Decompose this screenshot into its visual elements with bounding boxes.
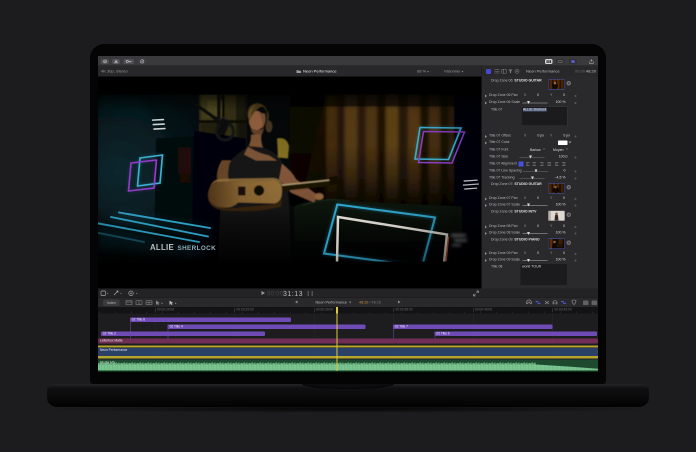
svg-text:Studio Mix: Studio Mix	[100, 360, 116, 364]
